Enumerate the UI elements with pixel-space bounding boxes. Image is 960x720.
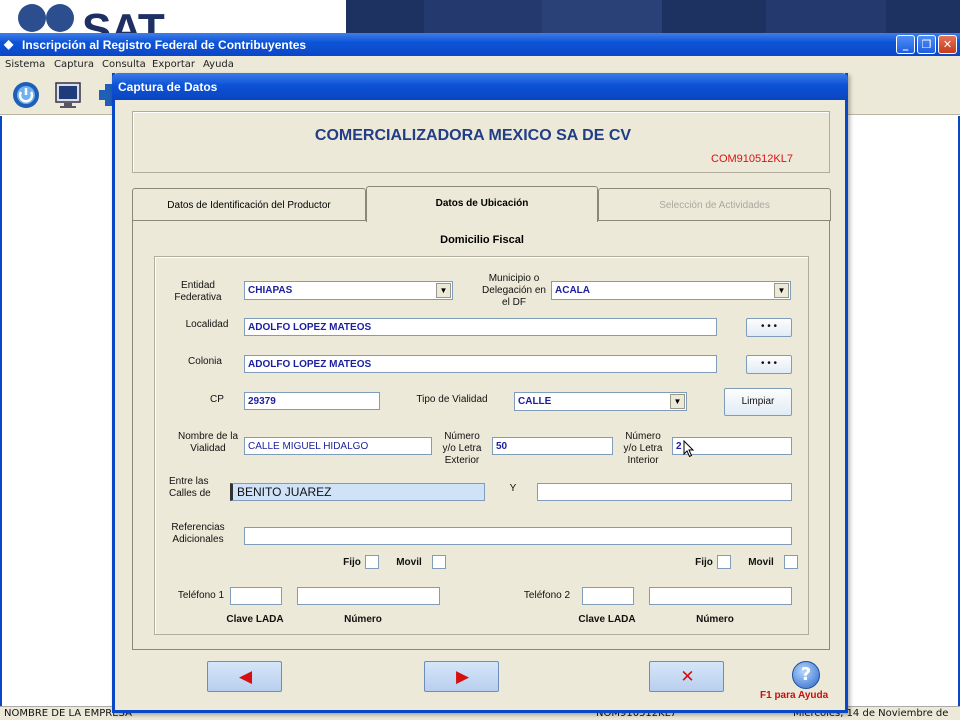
tab-ubicacion[interactable]: Datos de Ubicación	[366, 186, 598, 222]
num-exterior-field[interactable]: 50	[492, 437, 613, 455]
municipio-select[interactable]: ACALA ▼	[551, 281, 791, 300]
telefono2-lada-field[interactable]	[582, 587, 634, 605]
telefono1-lada-field[interactable]	[230, 587, 282, 605]
clave-lada2-caption: Clave LADA	[578, 614, 636, 625]
chevron-down-icon[interactable]: ▼	[670, 394, 685, 409]
app-icon: ◆	[4, 37, 14, 51]
entidad-select[interactable]: CHIAPAS ▼	[244, 281, 453, 300]
municipio-label: Municipio o Delegación en el DF	[482, 273, 546, 308]
minimize-button[interactable]: _	[896, 35, 915, 54]
menu-consulta[interactable]: Consulta	[102, 59, 146, 70]
arrow-left-icon: ◀	[238, 667, 253, 687]
banner-background	[346, 0, 960, 33]
colonia-label: Colonia	[188, 356, 222, 367]
menu-sistema[interactable]: Sistema	[5, 59, 45, 70]
localidad-label: Localidad	[185, 319, 229, 330]
tab-identificacion[interactable]: Datos de Identificación del Productor	[132, 188, 366, 221]
arrow-right-icon: ▶	[455, 667, 470, 687]
movil1-label: Movil	[396, 557, 422, 568]
entidad-value: CHIAPAS	[248, 285, 293, 296]
ubicacion-panel: Domicilio Fiscal Entidad Federativa CHIA…	[132, 220, 830, 650]
chevron-down-icon[interactable]: ▼	[436, 283, 451, 298]
menu-captura[interactable]: Captura	[54, 59, 94, 70]
movil1-checkbox[interactable]	[432, 555, 446, 569]
window-title: Inscripción al Registro Federal de Contr…	[22, 38, 307, 52]
y-calle-field[interactable]	[537, 483, 792, 501]
sat-logo-text: SAT	[82, 5, 165, 34]
sat-monitor-button[interactable]	[50, 77, 86, 111]
colonia-field[interactable]: ADOLFO LOPEZ MATEOS	[244, 355, 717, 373]
main-titlebar: ◆ Inscripción al Registro Federal de Con…	[0, 33, 960, 56]
municipio-value: ACALA	[555, 285, 590, 296]
close-icon: ✕	[680, 667, 695, 687]
captura-dialog: Captura de Datos COMERCIALIZADORA MEXICO…	[112, 73, 848, 713]
localidad-field[interactable]: ADOLFO LOPEZ MATEOS	[244, 318, 717, 336]
colonia-browse-button[interactable]: • • •	[746, 355, 792, 374]
section-title: Domicilio Fiscal	[440, 234, 524, 246]
sat-banner: SAT	[0, 0, 960, 33]
power-button[interactable]	[8, 77, 44, 111]
referencias-field[interactable]	[244, 527, 792, 545]
telefono1-label: Teléfono 1	[177, 590, 225, 601]
help-label: F1 para Ayuda	[760, 690, 829, 701]
company-header: COMERCIALIZADORA MEXICO SA DE CV COM9105…	[132, 111, 830, 173]
tipo-vialidad-value: CALLE	[518, 396, 552, 407]
menu-exportar[interactable]: Exportar	[152, 59, 195, 70]
mouse-cursor-icon	[683, 440, 695, 458]
company-name: COMERCIALIZADORA MEXICO SA DE CV	[314, 127, 632, 144]
menu-ayuda[interactable]: Ayuda	[203, 59, 234, 70]
numero1-caption: Número	[344, 614, 382, 625]
tipo-vialidad-select[interactable]: CALLE ▼	[514, 392, 687, 411]
telefono2-label: Teléfono 2	[523, 590, 571, 601]
referencias-label: Referencias Adicionales	[171, 522, 225, 545]
clave-lada1-caption: Clave LADA	[226, 614, 284, 625]
maximize-button[interactable]: ❐	[917, 35, 936, 54]
y-label: Y	[509, 483, 517, 494]
company-rfc: COM910512KL7	[711, 153, 793, 165]
telefono2-numero-field[interactable]	[649, 587, 792, 605]
domicilio-form: Entidad Federativa CHIAPAS ▼ Municipio o…	[154, 256, 809, 635]
fijo1-label: Fijo	[343, 557, 361, 568]
dialog-title: Captura de Datos	[112, 73, 848, 100]
power-icon	[13, 82, 39, 108]
nombre-vialidad-label: Nombre de la Vialidad	[177, 431, 239, 454]
monitor-icon	[55, 82, 81, 108]
chevron-down-icon[interactable]: ▼	[774, 283, 789, 298]
num-interior-label: Número y/o Letra Interior	[623, 431, 663, 466]
numero2-caption: Número	[696, 614, 734, 625]
next-button[interactable]: ▶	[424, 661, 499, 692]
cp-label: CP	[210, 394, 224, 405]
tab-actividades: Selección de Actividades	[598, 188, 831, 221]
entre-calles-field[interactable]: BENITO JUAREZ	[230, 483, 485, 501]
help-icon[interactable]: ?	[792, 661, 820, 689]
nombre-vialidad-field[interactable]: CALLE MIGUEL HIDALGO	[244, 437, 432, 455]
limpiar-button[interactable]: Limpiar	[724, 388, 792, 416]
fijo1-checkbox[interactable]	[365, 555, 379, 569]
localidad-browse-button[interactable]: • • •	[746, 318, 792, 337]
movil2-label: Movil	[748, 557, 774, 568]
cancel-button[interactable]: ✕	[649, 661, 724, 692]
num-exterior-label: Número y/o Letra Exterior	[442, 431, 482, 466]
movil2-checkbox[interactable]	[784, 555, 798, 569]
entre-calles-label: Entre las Calles de	[169, 476, 211, 499]
cp-field[interactable]: 29379	[244, 392, 380, 410]
entidad-label: Entidad Federativa	[174, 280, 222, 303]
menu-bar: Sistema Captura Consulta Exportar Ayuda	[0, 56, 960, 73]
previous-button[interactable]: ◀	[207, 661, 282, 692]
fijo2-label: Fijo	[695, 557, 713, 568]
fijo2-checkbox[interactable]	[717, 555, 731, 569]
close-button[interactable]: ✕	[938, 35, 957, 54]
telefono1-numero-field[interactable]	[297, 587, 440, 605]
tipo-vialidad-label: Tipo de Vialidad	[416, 394, 488, 405]
